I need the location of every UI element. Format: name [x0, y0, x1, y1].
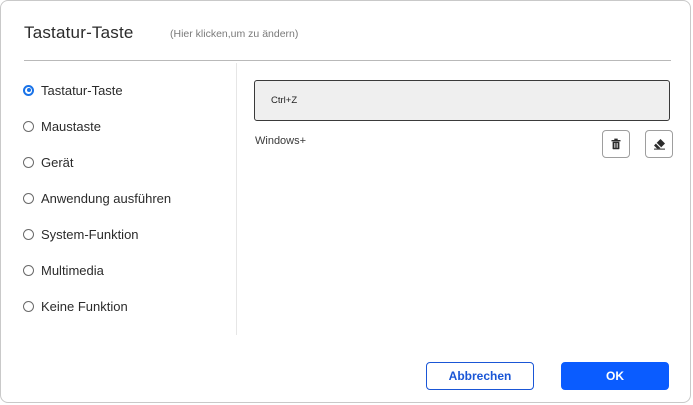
option-label: Anwendung ausführen — [41, 190, 172, 206]
radio-selected-icon[interactable] — [23, 84, 34, 96]
option-label: Maustaste — [41, 118, 101, 134]
key-assignment-dialog: Tastatur-Taste (Hier klicken,um zu änder… — [0, 0, 691, 403]
option-multimedia[interactable]: Multimedia — [23, 261, 104, 279]
delete-button[interactable] — [602, 130, 630, 158]
dialog-title: Tastatur-Taste — [24, 23, 134, 42]
radio-icon[interactable] — [23, 192, 34, 204]
radio-icon[interactable] — [23, 264, 34, 276]
option-tastatur-taste[interactable]: Tastatur-Taste — [23, 81, 123, 99]
radio-icon[interactable] — [23, 300, 34, 312]
option-keine-funktion[interactable]: Keine Funktion — [23, 297, 128, 315]
radio-icon[interactable] — [23, 120, 34, 132]
option-label: Multimedia — [41, 262, 104, 278]
dialog-subtitle[interactable]: (Hier klicken,um zu ändern) — [170, 28, 298, 40]
option-system-funktion[interactable]: System-Funktion — [23, 225, 139, 243]
option-label: Tastatur-Taste — [41, 82, 123, 98]
header-divider — [24, 60, 671, 61]
panel-divider — [236, 63, 237, 335]
radio-icon[interactable] — [23, 228, 34, 240]
windows-modifier-label: Windows+ — [255, 135, 307, 147]
ok-button[interactable]: OK — [561, 362, 669, 390]
option-label: Keine Funktion — [41, 298, 128, 314]
cancel-button[interactable]: Abbrechen — [426, 362, 534, 390]
option-label: System-Funktion — [41, 226, 139, 242]
option-maustaste[interactable]: Maustaste — [23, 117, 101, 135]
key-combination-field[interactable]: Ctrl+Z — [254, 80, 670, 121]
option-anwendung-ausfuehren[interactable]: Anwendung ausführen — [23, 189, 171, 207]
clear-button[interactable] — [645, 130, 673, 158]
option-geraet[interactable]: Gerät — [23, 153, 74, 171]
trash-icon — [611, 138, 621, 150]
radio-icon[interactable] — [23, 156, 34, 168]
key-combination-value: Ctrl+Z — [271, 95, 298, 106]
option-label: Gerät — [41, 154, 74, 170]
eraser-icon — [653, 139, 665, 150]
